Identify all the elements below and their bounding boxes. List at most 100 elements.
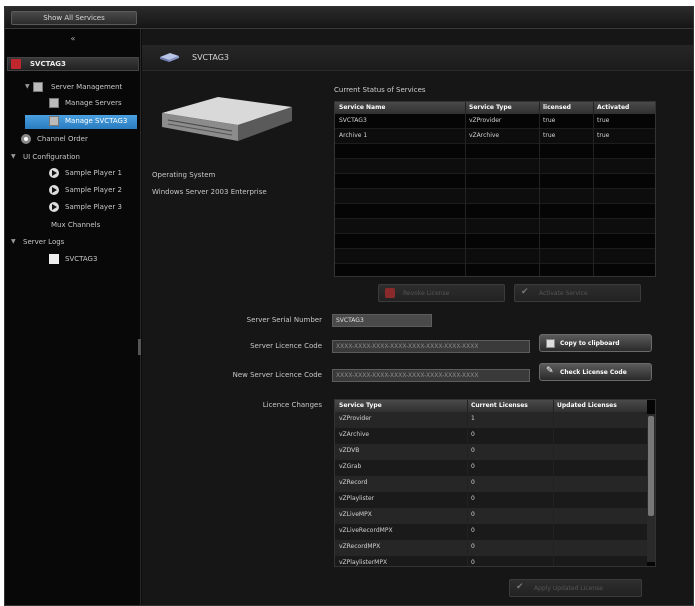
table-row xyxy=(335,159,655,174)
title-bar: SVCTAG3 xyxy=(142,45,693,71)
table-row xyxy=(335,249,655,264)
column-divider xyxy=(465,102,466,276)
licence-code-label: Server Licence Code xyxy=(250,342,322,350)
show-all-services-button[interactable]: Show All Services xyxy=(11,11,137,25)
table-cell: 0 xyxy=(471,431,475,438)
server-icon xyxy=(33,82,43,92)
table-cell: vZArchive xyxy=(339,431,370,438)
table-cell: true xyxy=(543,132,556,139)
top-bar: Show All Services xyxy=(5,7,693,29)
sidebar-item-mux-channels[interactable]: Mux Channels xyxy=(7,219,137,233)
server-icon xyxy=(49,116,59,126)
table-row[interactable]: vZRecord 0 xyxy=(335,476,647,492)
copy-to-clipboard-button[interactable]: Copy to clipboard xyxy=(539,334,652,352)
play-icon xyxy=(49,168,59,178)
new-licence-code-field[interactable]: XXXX-XXXX-XXXX-XXXX-XXXX-XXXX-XXXX-XXXX xyxy=(332,369,530,382)
column-header[interactable]: Activated xyxy=(597,104,629,111)
column-header[interactable]: Updated Licenses xyxy=(557,402,617,409)
table-cell: SVCTAG3 xyxy=(339,117,367,124)
disc-icon xyxy=(21,134,31,144)
wrench-icon: ✎ xyxy=(546,366,554,376)
sidebar-item-channel-order[interactable]: Channel Order xyxy=(7,133,137,147)
serial-number-field[interactable]: SVCTAG3 xyxy=(332,314,432,327)
check-license-code-label: Check License Code xyxy=(560,369,627,376)
sidebar-item-sample-player-3[interactable]: Sample Player 3 xyxy=(7,201,137,215)
column-header[interactable]: Service Type xyxy=(469,104,512,111)
server-device-icon xyxy=(160,53,179,62)
table-row xyxy=(335,174,655,189)
sidebar-item-sample-player-1[interactable]: Sample Player 1 xyxy=(7,167,137,181)
table-cell: 0 xyxy=(471,527,475,534)
table-cell: vZProvider xyxy=(339,415,372,422)
apply-updated-license-label: Apply Updated License xyxy=(534,585,603,592)
licence-changes-scrollbar[interactable] xyxy=(647,414,655,562)
table-row[interactable]: vZLiveMPX 0 xyxy=(335,508,647,524)
check-license-code-button[interactable]: ✎ Check License Code xyxy=(539,363,652,381)
sidebar-header-label: SVCTAG3 xyxy=(30,60,66,68)
table-row[interactable]: Archive 1 vZArchive true true xyxy=(335,129,655,144)
sidebar-item-label: Sample Player 3 xyxy=(65,203,122,211)
sidebar-item-label: SVCTAG3 xyxy=(65,255,98,263)
licence-changes-header: Service Type Current Licenses Updated Lice… xyxy=(335,400,647,412)
clipboard-icon xyxy=(546,339,555,348)
apply-updated-license-button[interactable]: ✔ Apply Updated License xyxy=(509,579,642,597)
sidebar-item-label: Server Logs xyxy=(23,238,65,246)
table-cell: vZGrab xyxy=(339,463,362,470)
table-row[interactable]: vZLiveRecordMPX 0 xyxy=(335,524,647,540)
doc-icon xyxy=(49,254,59,264)
table-cell: true xyxy=(597,117,610,124)
table-cell: 0 xyxy=(471,511,475,518)
table-cell: Archive 1 xyxy=(339,132,368,139)
table-cell: 1 xyxy=(471,415,475,422)
sidebar-item-label: Server Management xyxy=(51,83,123,91)
sidebar-item-label: Sample Player 1 xyxy=(65,169,122,177)
sidebar-header[interactable]: SVCTAG3 xyxy=(7,57,139,71)
table-row[interactable]: SVCTAG3 vZProvider true true xyxy=(335,114,655,129)
activate-service-button[interactable]: ✔ Activate Service xyxy=(514,284,641,302)
column-divider xyxy=(553,400,554,566)
sidebar: « SVCTAG3 ▼ Server Management Manage Serve… xyxy=(5,29,141,605)
sidebar-item-label: Sample Player 2 xyxy=(65,186,122,194)
licence-code-field[interactable]: XXXX-XXXX-XXXX-XXXX-XXXX-XXXX-XXXX-XXXX xyxy=(332,340,530,353)
sidebar-item-server-management[interactable]: ▼ Server Management xyxy=(7,81,137,95)
table-cell: 0 xyxy=(471,463,475,470)
table-row[interactable]: vZPlaylisterMPX 0 xyxy=(335,556,647,566)
expand-arrow-icon[interactable]: ▼ xyxy=(25,83,30,90)
sidebar-item-label: Channel Order xyxy=(37,135,88,143)
serial-number-label: Server Serial Number xyxy=(246,316,322,324)
server-icon xyxy=(49,98,59,108)
sidebar-item-manage-svctag3[interactable]: Manage SVCTAG3 xyxy=(25,115,137,129)
play-icon xyxy=(49,202,59,212)
table-cell: vZProvider xyxy=(469,117,502,124)
revoke-license-button[interactable]: Revoke License xyxy=(378,284,505,302)
table-row[interactable]: vZRecordMPX 0 xyxy=(335,540,647,556)
checkmark-icon: ✔ xyxy=(516,582,524,592)
sidebar-resize-handle[interactable] xyxy=(138,339,141,355)
services-status-title: Current Status of Services xyxy=(334,86,426,94)
licence-changes-label: Licence Changes xyxy=(262,401,322,409)
column-header[interactable]: Service Type xyxy=(339,402,382,409)
play-icon xyxy=(49,185,59,195)
table-cell: 0 xyxy=(471,543,475,550)
table-row[interactable]: vZArchive 0 xyxy=(335,428,647,444)
sidebar-item-sample-player-2[interactable]: Sample Player 2 xyxy=(7,184,137,198)
sidebar-item-server-logs[interactable]: ▼ Server Logs xyxy=(7,236,137,250)
column-header[interactable]: Current Licenses xyxy=(471,402,528,409)
scrollbar-thumb[interactable] xyxy=(648,416,654,516)
column-divider xyxy=(593,102,594,276)
expand-arrow-icon[interactable]: ▼ xyxy=(11,238,16,245)
expand-arrow-icon[interactable]: ▼ xyxy=(11,153,16,160)
table-row[interactable]: vZProvider 1 xyxy=(335,412,647,428)
table-row[interactable]: vZGrab 0 xyxy=(335,460,647,476)
server-hardware-image xyxy=(162,97,292,141)
collapse-sidebar-icon[interactable]: « xyxy=(5,29,141,51)
table-row[interactable]: vZDVB 0 xyxy=(335,444,647,460)
column-header[interactable]: licensed xyxy=(543,104,571,111)
copy-to-clipboard-label: Copy to clipboard xyxy=(560,340,620,347)
sidebar-item-manage-servers[interactable]: Manage Servers xyxy=(7,97,137,111)
sidebar-item-ui-configuration[interactable]: ▼ UI Configuration xyxy=(7,151,137,165)
sidebar-item-svctag3[interactable]: SVCTAG3 xyxy=(7,253,137,267)
services-status-table: Service Name Service Type licensed Activate… xyxy=(334,101,656,277)
table-row[interactable]: vZPlaylister 0 xyxy=(335,492,647,508)
column-header[interactable]: Service Name xyxy=(339,104,385,111)
